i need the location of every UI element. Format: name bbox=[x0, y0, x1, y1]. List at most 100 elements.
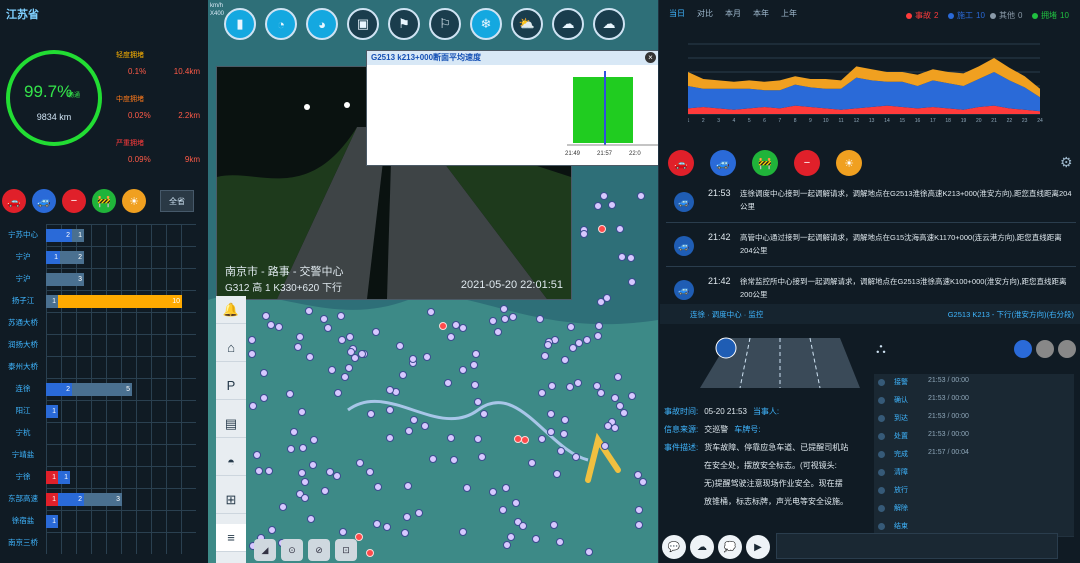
all-province-button[interactable]: 全省 bbox=[160, 190, 194, 212]
map-poi[interactable] bbox=[540, 351, 549, 360]
list-item[interactable]: 🚙 21:53 连徐调度中心接到一起调解请求，调解地点在G2513淮徐高速K213+… bbox=[666, 182, 1076, 223]
legend-item[interactable]: 其他 0 bbox=[990, 10, 1022, 21]
send-icon[interactable]: ▶ bbox=[746, 535, 770, 559]
construction-icon[interactable]: 🚧 bbox=[92, 189, 116, 213]
map-poi[interactable] bbox=[345, 363, 354, 372]
map-poi[interactable] bbox=[584, 547, 593, 556]
map-poi[interactable] bbox=[568, 343, 577, 352]
map-poi[interactable] bbox=[306, 352, 315, 361]
table-row[interactable]: 阳江 1 bbox=[2, 400, 196, 422]
map-poi[interactable] bbox=[446, 332, 455, 341]
map-poi[interactable] bbox=[372, 327, 381, 336]
map-poi[interactable] bbox=[332, 471, 341, 480]
map-poi[interactable] bbox=[262, 311, 271, 320]
tab-2[interactable]: 本月 bbox=[720, 6, 746, 22]
map-poi[interactable] bbox=[337, 335, 346, 344]
weather-icon[interactable]: ☀ bbox=[122, 189, 146, 213]
map-poi[interactable] bbox=[372, 519, 381, 528]
map-poi[interactable] bbox=[285, 389, 294, 398]
province-title[interactable]: 江苏省 bbox=[6, 6, 39, 22]
map-tool-icon[interactable]: ◢ bbox=[254, 539, 276, 561]
map-poi[interactable] bbox=[439, 321, 448, 330]
map-poi[interactable] bbox=[479, 410, 488, 419]
map-poi[interactable] bbox=[594, 201, 603, 210]
status-icon[interactable] bbox=[1014, 340, 1032, 358]
map-poi[interactable] bbox=[502, 541, 511, 550]
map-poi[interactable] bbox=[259, 369, 268, 378]
tab-3[interactable]: 本年 bbox=[748, 6, 774, 22]
message-icon[interactable]: 💭 bbox=[718, 535, 742, 559]
map-poi[interactable] bbox=[499, 505, 508, 514]
map-poi[interactable] bbox=[248, 335, 256, 344]
table-row[interactable]: 泰州大桥 bbox=[2, 356, 196, 378]
grid-icon[interactable]: ⊞ bbox=[216, 486, 246, 514]
table-row[interactable]: 扬子江 1 10 bbox=[2, 290, 196, 312]
map-poi[interactable] bbox=[459, 527, 468, 536]
camera-a-icon[interactable]: ◔ bbox=[265, 8, 297, 40]
map-poi[interactable] bbox=[444, 378, 453, 387]
tab-0[interactable]: 当日 bbox=[664, 6, 690, 22]
map-poi[interactable] bbox=[489, 316, 498, 325]
legend-item[interactable]: 施工 10 bbox=[948, 10, 985, 21]
map-poi[interactable] bbox=[400, 528, 409, 537]
map-poi[interactable] bbox=[458, 365, 467, 374]
process-step[interactable]: 处置 21:53 / 00:00 bbox=[874, 428, 1074, 447]
map-poi[interactable] bbox=[386, 405, 395, 414]
map-poi[interactable] bbox=[473, 435, 482, 444]
accident-icon[interactable]: 🚗 bbox=[2, 189, 26, 213]
map-poi[interactable] bbox=[489, 487, 498, 496]
process-step[interactable]: 接警 21:53 / 00:00 bbox=[874, 374, 1074, 393]
legend-item[interactable]: 事故 2 bbox=[906, 10, 938, 21]
map-tool-icon[interactable]: ⊘ bbox=[308, 539, 330, 561]
map-poi[interactable] bbox=[556, 537, 565, 546]
map-poi[interactable] bbox=[469, 361, 478, 370]
table-row[interactable]: 连徐 2 5 bbox=[2, 378, 196, 400]
map-poi[interactable] bbox=[593, 332, 602, 341]
map-poi[interactable] bbox=[580, 229, 589, 238]
map-poi[interactable] bbox=[450, 455, 459, 464]
tab-1[interactable]: 对比 bbox=[692, 6, 718, 22]
weather-icon[interactable]: ☀ bbox=[836, 150, 862, 176]
layers-icon[interactable]: ▤ bbox=[216, 410, 246, 438]
speed-chart-panel[interactable]: G2513 k213+000断面平均速度 × 21:49 21:57 22:0 bbox=[366, 50, 660, 166]
wechat-icon[interactable]: ☁ bbox=[690, 535, 714, 559]
map-poi[interactable] bbox=[506, 532, 515, 541]
map-poi[interactable] bbox=[638, 477, 647, 486]
table-row[interactable]: 东部高速 1 2 3 bbox=[2, 488, 196, 510]
toll-station-icon[interactable]: ▣ bbox=[347, 8, 379, 40]
map-poi[interactable] bbox=[373, 483, 382, 492]
chat-icon[interactable]: 💬 bbox=[662, 535, 686, 559]
status-icon[interactable] bbox=[1036, 340, 1054, 358]
map-poi[interactable] bbox=[594, 321, 603, 330]
map-poi[interactable] bbox=[328, 365, 337, 374]
map-tool-icon[interactable]: ⊙ bbox=[281, 539, 303, 561]
map-poi[interactable] bbox=[560, 416, 569, 425]
org-chart-icon[interactable]: ⛬ bbox=[876, 340, 886, 357]
table-row[interactable]: 宁沪 3 bbox=[2, 268, 196, 290]
map-poi[interactable] bbox=[592, 382, 601, 391]
accident-icon[interactable]: 🚗 bbox=[668, 150, 694, 176]
map-poi[interactable] bbox=[508, 312, 517, 321]
bell-icon[interactable]: 🔔 bbox=[216, 296, 246, 324]
map-poi[interactable] bbox=[502, 483, 511, 492]
closure-icon[interactable]: − bbox=[794, 150, 820, 176]
map-poi[interactable] bbox=[613, 372, 622, 381]
table-row[interactable]: 润扬大桥 bbox=[2, 334, 196, 356]
home-icon[interactable]: ⌂ bbox=[216, 334, 246, 362]
gear-icon[interactable]: ⚙ bbox=[1060, 154, 1073, 171]
map-poi[interactable] bbox=[254, 466, 263, 475]
map-poi[interactable] bbox=[304, 307, 313, 316]
traffic-light-icon[interactable]: ▮ bbox=[224, 8, 256, 40]
tab-4[interactable]: 上年 bbox=[776, 6, 802, 22]
map-poi[interactable] bbox=[596, 389, 605, 398]
chat-input[interactable] bbox=[776, 533, 1058, 559]
map-poi[interactable] bbox=[293, 342, 302, 351]
map-poi[interactable] bbox=[398, 370, 407, 379]
menu-icon[interactable]: ≡ bbox=[216, 524, 246, 552]
map-poi[interactable] bbox=[528, 458, 537, 467]
construction-icon[interactable]: 🚧 bbox=[752, 150, 778, 176]
parking-icon[interactable]: P bbox=[216, 372, 246, 400]
table-row[interactable]: 宁沪 1 2 bbox=[2, 246, 196, 268]
process-step[interactable]: 完成 21:57 / 00:04 bbox=[874, 446, 1074, 465]
map-poi[interactable] bbox=[323, 323, 332, 332]
